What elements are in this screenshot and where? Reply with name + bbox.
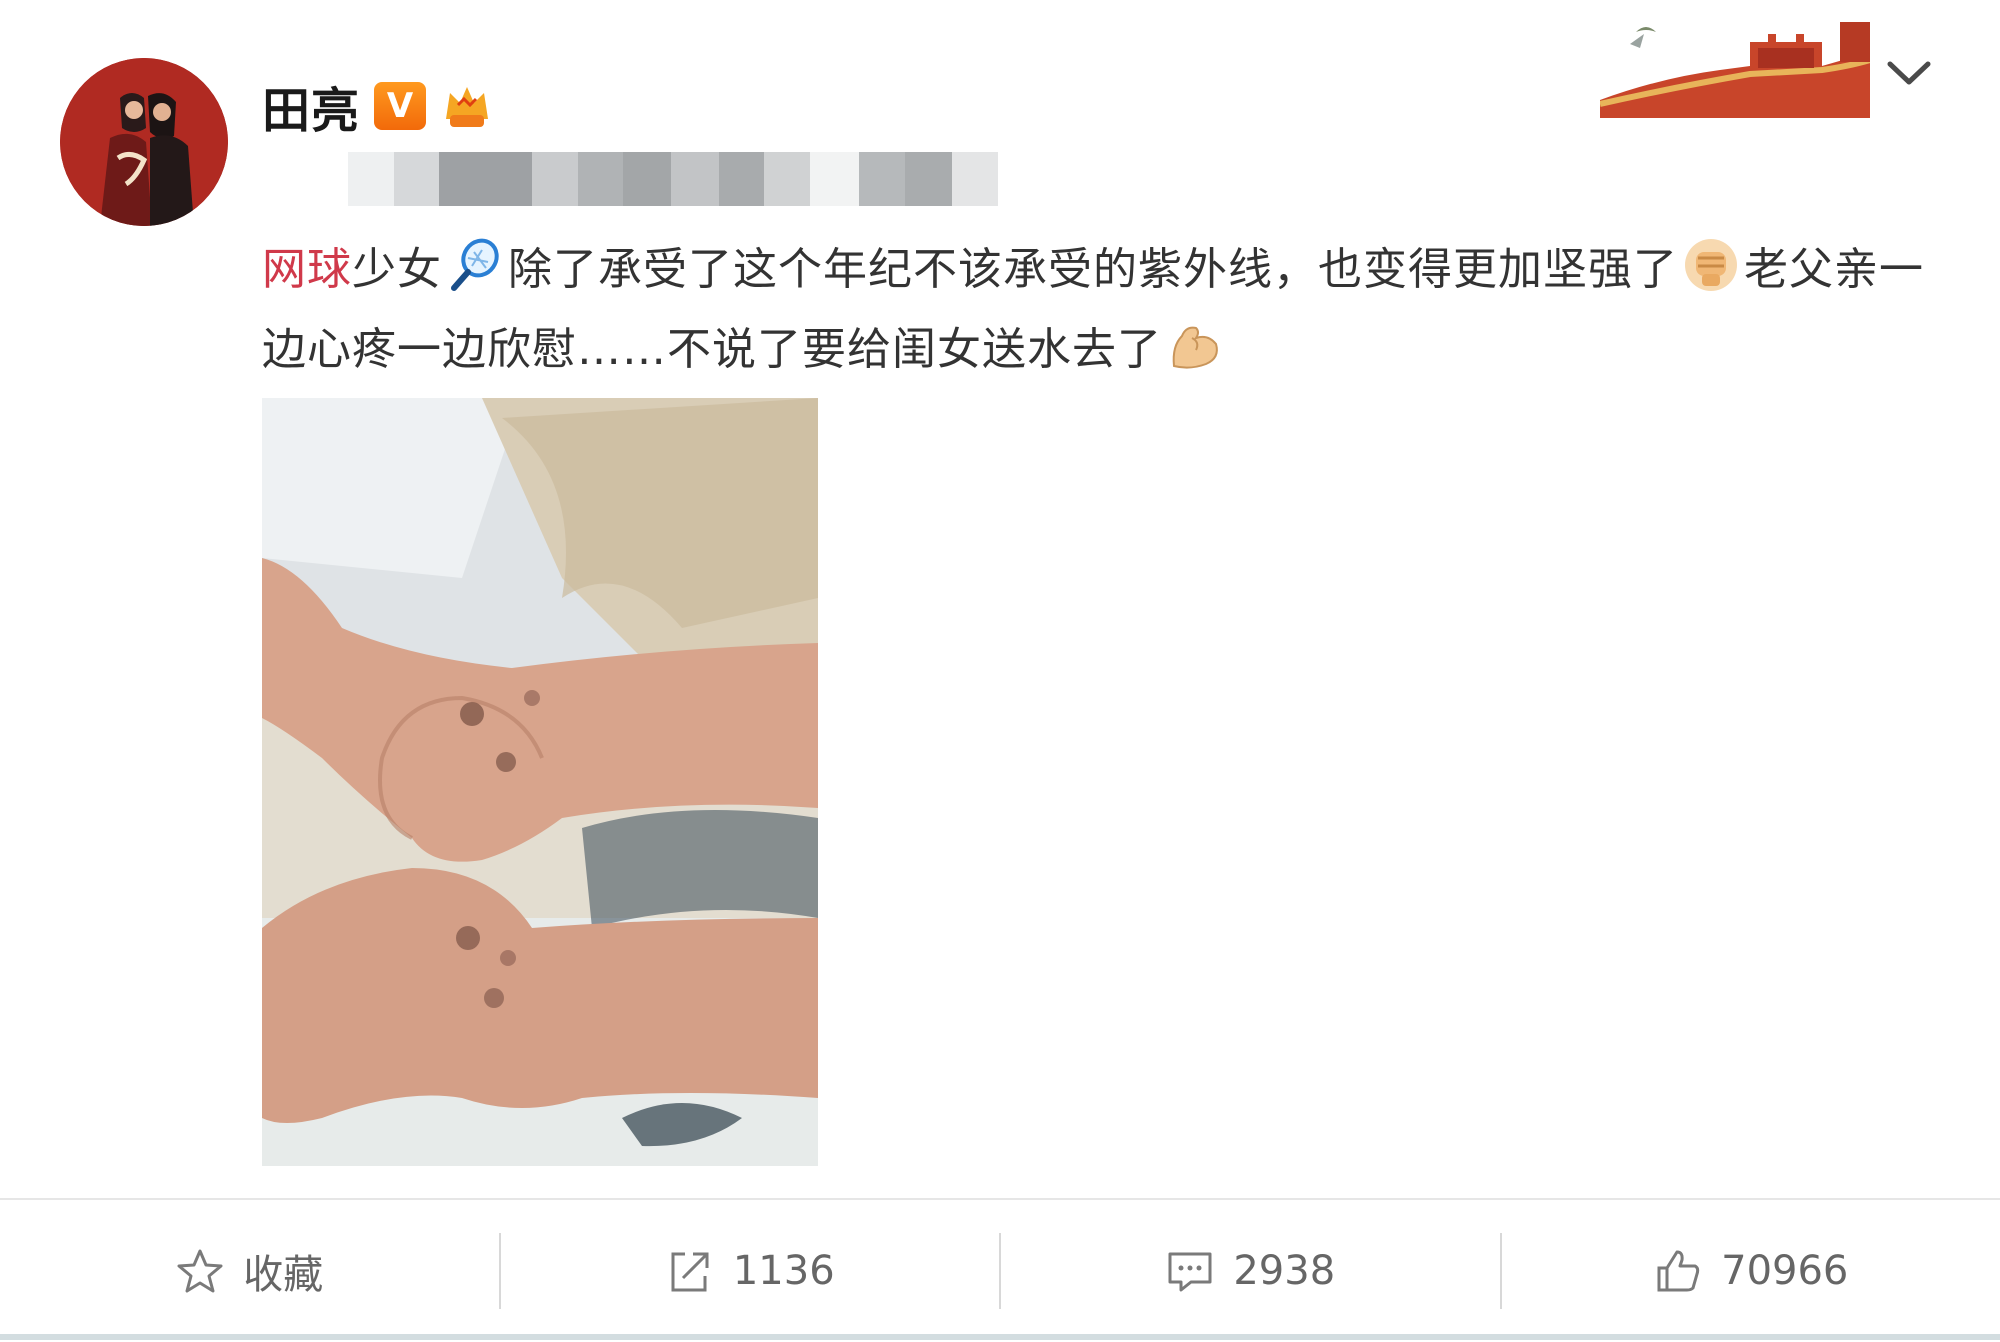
topic-link[interactable]: 网球 xyxy=(262,244,352,295)
post-photo[interactable] xyxy=(262,398,818,1166)
blurred-post-meta xyxy=(348,152,998,206)
avatar[interactable] xyxy=(60,58,228,226)
member-level-icon xyxy=(440,79,494,133)
comment-count: 2938 xyxy=(1233,1248,1335,1294)
favorite-button[interactable]: 收藏 xyxy=(0,1200,499,1342)
user-name-row: 田亮 V xyxy=(262,74,494,138)
avatar-image xyxy=(60,58,228,226)
fist-icon xyxy=(1682,236,1740,294)
star-icon xyxy=(175,1246,225,1296)
like-count: 70966 xyxy=(1721,1248,1848,1294)
flexed-biceps-icon xyxy=(1166,316,1224,374)
thumbs-up-icon xyxy=(1653,1246,1703,1296)
action-bar: 收藏 1136 2938 70966 xyxy=(0,1198,2000,1342)
great-wall-banner xyxy=(1600,8,1870,118)
chevron-down-icon[interactable] xyxy=(1882,56,1936,92)
repost-button[interactable]: 1136 xyxy=(501,1200,1000,1342)
bottom-strip xyxy=(0,1334,2000,1340)
comment-icon xyxy=(1165,1246,1215,1296)
like-button[interactable]: 70966 xyxy=(1502,1200,2000,1342)
comment-button[interactable]: 2938 xyxy=(1001,1200,1500,1342)
repost-count: 1136 xyxy=(733,1248,835,1294)
weibo-post-card: 田亮 V 网球少女 xyxy=(0,0,2000,1340)
favorite-label: 收藏 xyxy=(243,1242,323,1300)
post-text: 网球少女 除了承受了这个年纪不该承受的紫外线，也变得更加坚强了 老父亲一边心疼一… xyxy=(262,230,1952,390)
user-name[interactable]: 田亮 xyxy=(262,71,360,141)
post-text-part1: 少女 xyxy=(352,244,442,295)
verified-badge: V xyxy=(374,82,426,130)
repost-icon xyxy=(665,1246,715,1296)
post-text-part2: 除了承受了这个年纪不该承受的紫外线，也变得更加坚强了 xyxy=(508,244,1678,295)
tennis-racket-icon xyxy=(446,236,504,294)
